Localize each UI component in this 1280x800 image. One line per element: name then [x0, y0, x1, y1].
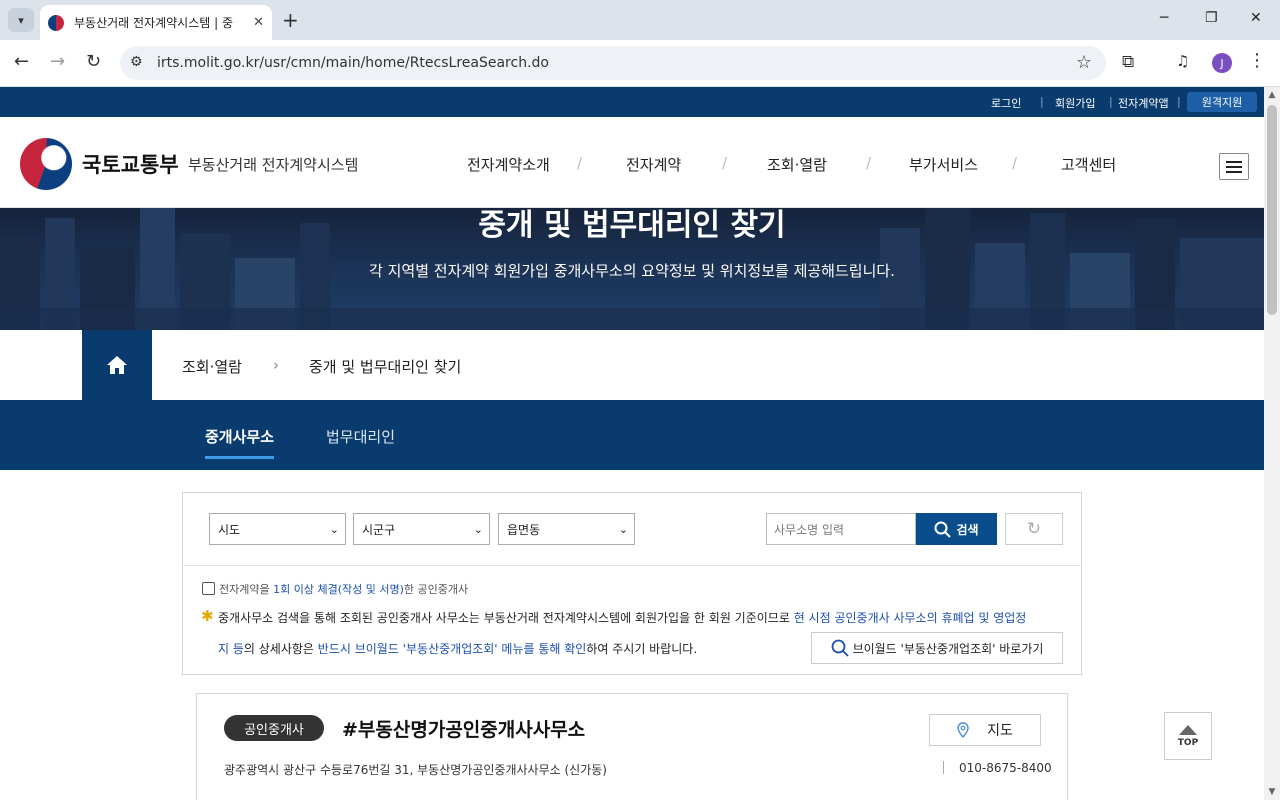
ministry-emblem-icon[interactable] [20, 138, 72, 190]
arrow-up-icon [1179, 724, 1197, 735]
home-button[interactable] [82, 330, 152, 400]
page-viewport: 로그인 | 회원가입 | 전자계약앱 | 원격지원 국토교통부 부동산거래 전자… [0, 87, 1264, 800]
menu-separator: / [577, 154, 583, 172]
scroll-down-icon[interactable]: ▼ [1264, 784, 1280, 800]
sigungu-select-value: 시군구 [362, 522, 396, 537]
sigungu-select[interactable]: 시군구 ⌄ [353, 513, 490, 545]
sido-select[interactable]: 시도 ⌄ [209, 513, 346, 545]
menu-separator: / [1012, 154, 1018, 172]
util-separator: | [1177, 95, 1181, 108]
signup-link[interactable]: 회원가입 [1055, 95, 1095, 111]
main-header: 국토교통부 부동산거래 전자계약시스템 전자계약소개 / 전자계약 / 조회·열… [0, 117, 1264, 208]
search-icon [831, 639, 849, 657]
kebab-menu-icon[interactable]: ⋮ [1248, 50, 1266, 71]
econtract-app-link[interactable]: 전자계약앱 [1118, 95, 1169, 111]
minimize-icon[interactable]: ─ [1160, 10, 1168, 26]
office-phone: 010-8675-8400 [959, 761, 1052, 775]
menu-separator: / [866, 154, 872, 172]
scrollbar-thumb[interactable] [1267, 105, 1277, 315]
notice-text-line1: 중개사무소 검색을 통해 조회된 공인중개사 사무소는 부동산거래 전자계약시스… [218, 611, 1027, 625]
site-info-icon[interactable]: ⚙ [130, 54, 143, 70]
notice-text-line2: 지 등의 상세사항은 반드시 브이월드 '부동산중개업조회' 메뉴를 통해 확인… [218, 642, 698, 656]
chevron-down-icon: ⌄ [473, 523, 483, 536]
eupmyeondong-select-value: 읍면동 [507, 522, 541, 537]
vworld-shortcut-button[interactable]: 브이월드 '부동산중개업조회' 바로가기 [811, 632, 1063, 664]
sido-select-value: 시도 [218, 522, 241, 537]
page-title: 중개 및 법무대리인 찾기 [478, 208, 786, 243]
util-separator: | [1040, 95, 1044, 108]
menu-extra-services[interactable]: 부가서비스 [909, 154, 978, 175]
window-close-icon[interactable]: ✕ [1250, 10, 1262, 26]
browser-tab-strip: ▾ 부동산거래 전자계약시스템 | 중 ✕ + ─ ❐ ✕ [0, 0, 1280, 40]
search-button-label: 검색 [956, 522, 979, 537]
hero-banner: 중개 및 법무대리인 찾기 각 지역별 전자계약 회원가입 중개사무소의 요약정… [0, 208, 1264, 330]
vworld-shortcut-label: 브이월드 '부동산중개업조회' 바로가기 [852, 641, 1044, 656]
result-card: 공인중개사 #부동산명가공인중개사사무소 지도 광주광역시 광산구 수등로76번… [196, 693, 1068, 800]
bookmark-star-icon[interactable]: ☆ [1076, 52, 1092, 73]
office-name-input[interactable]: 사무소명 입력 [766, 513, 916, 545]
tab-search-button[interactable]: ▾ [8, 8, 34, 32]
tab-title: 부동산거래 전자계약시스템 | 중 [74, 16, 234, 30]
browser-tab[interactable]: 부동산거래 전자계약시스템 | 중 ✕ [40, 5, 272, 40]
ministry-name[interactable]: 국토교통부 [82, 149, 179, 179]
back-icon[interactable]: ← [14, 52, 29, 72]
menu-econtract-intro[interactable]: 전자계약소개 [467, 154, 550, 175]
login-link[interactable]: 로그인 [991, 95, 1021, 111]
tab-broker-office[interactable]: 중개사무소 [205, 426, 275, 459]
office-name[interactable]: #부동산명가공인중개사사무소 [342, 715, 585, 742]
page-scrollbar[interactable]: ▲ ▼ [1264, 87, 1280, 800]
profile-avatar[interactable]: J [1212, 53, 1232, 73]
browser-toolbar: ← → ↻ ⚙ irts.molit.go.kr/usr/cmn/main/ho… [0, 40, 1280, 87]
map-pin-icon [957, 722, 969, 738]
map-button-label: 지도 [987, 723, 1013, 739]
extensions-icon[interactable]: ⧉ [1122, 52, 1134, 72]
menu-separator: / [722, 154, 728, 172]
util-separator: | [1109, 95, 1113, 108]
restore-icon[interactable]: ❐ [1205, 10, 1218, 26]
close-icon[interactable]: ✕ [253, 15, 264, 30]
home-icon [107, 356, 127, 374]
system-name[interactable]: 부동산거래 전자계약시스템 [188, 154, 358, 175]
office-type-badge: 공인중개사 [224, 715, 324, 741]
url-text[interactable]: irts.molit.go.kr/usr/cmn/main/home/Rtecs… [157, 55, 549, 71]
scroll-up-icon[interactable]: ▲ [1264, 87, 1280, 103]
menu-econtract[interactable]: 전자계약 [626, 154, 681, 175]
new-tab-button[interactable]: + [282, 8, 299, 32]
menu-customer-center[interactable]: 고객센터 [1061, 154, 1116, 175]
breadcrumb-lookup[interactable]: 조회·열람 [182, 356, 242, 377]
reset-button[interactable]: ↻ [1005, 513, 1063, 545]
scroll-top-button[interactable]: TOP [1164, 712, 1212, 760]
menu-lookup[interactable]: 조회·열람 [767, 154, 827, 175]
refresh-icon: ↻ [1026, 519, 1042, 539]
divider [183, 565, 1081, 566]
page-subtitle: 각 지역별 전자계약 회원가입 중개사무소의 요약정보 및 위치정보를 제공해드… [369, 262, 895, 280]
scroll-top-label: TOP [1177, 737, 1199, 748]
media-control-icon[interactable]: ♫ [1176, 52, 1189, 70]
chevron-down-icon: ⌄ [618, 523, 628, 536]
tab-legal-agent[interactable]: 법무대리인 [326, 426, 395, 447]
favicon-icon [48, 14, 64, 31]
divider [943, 761, 944, 774]
search-button[interactable]: 검색 [916, 513, 997, 545]
forward-icon[interactable]: → [50, 52, 65, 72]
search-panel: 시도 ⌄ 시군구 ⌄ 읍면동 ⌄ 사무소명 입력 검색 ↻ 전자계약을 1회 이… [182, 492, 1082, 675]
chevron-down-icon: ▾ [18, 13, 24, 27]
search-icon [934, 521, 952, 538]
econtract-filter-label[interactable]: 전자계약을 1회 이상 체결(작성 및 서명)한 공인중개사 [219, 581, 468, 597]
econtract-filter-checkbox[interactable] [202, 582, 215, 595]
breadcrumb-current[interactable]: 중개 및 법무대리인 찾기 [309, 356, 461, 377]
chevron-right-icon: › [273, 356, 279, 374]
eupmyeondong-select[interactable]: 읍면동 ⌄ [498, 513, 635, 545]
asterisk-icon: ✱ [201, 607, 214, 625]
hamburger-menu-icon[interactable] [1219, 153, 1249, 180]
chevron-down-icon: ⌄ [329, 523, 339, 536]
utility-bar: 로그인 | 회원가입 | 전자계약앱 | 원격지원 [0, 87, 1264, 117]
office-address: 광주광역시 광산구 수등로76번길 31, 부동산명가공인중개사사무소 (신가동… [224, 763, 607, 777]
address-bar[interactable]: ⚙ irts.molit.go.kr/usr/cmn/main/home/Rte… [120, 46, 1106, 80]
sub-tab-bar: 중개사무소 법무대리인 [0, 400, 1264, 470]
reload-icon[interactable]: ↻ [86, 52, 101, 72]
breadcrumb: 조회·열람 › 중개 및 법무대리인 찾기 [0, 330, 1264, 400]
remote-support-button[interactable]: 원격지원 [1187, 92, 1257, 112]
map-button[interactable]: 지도 [929, 714, 1041, 746]
